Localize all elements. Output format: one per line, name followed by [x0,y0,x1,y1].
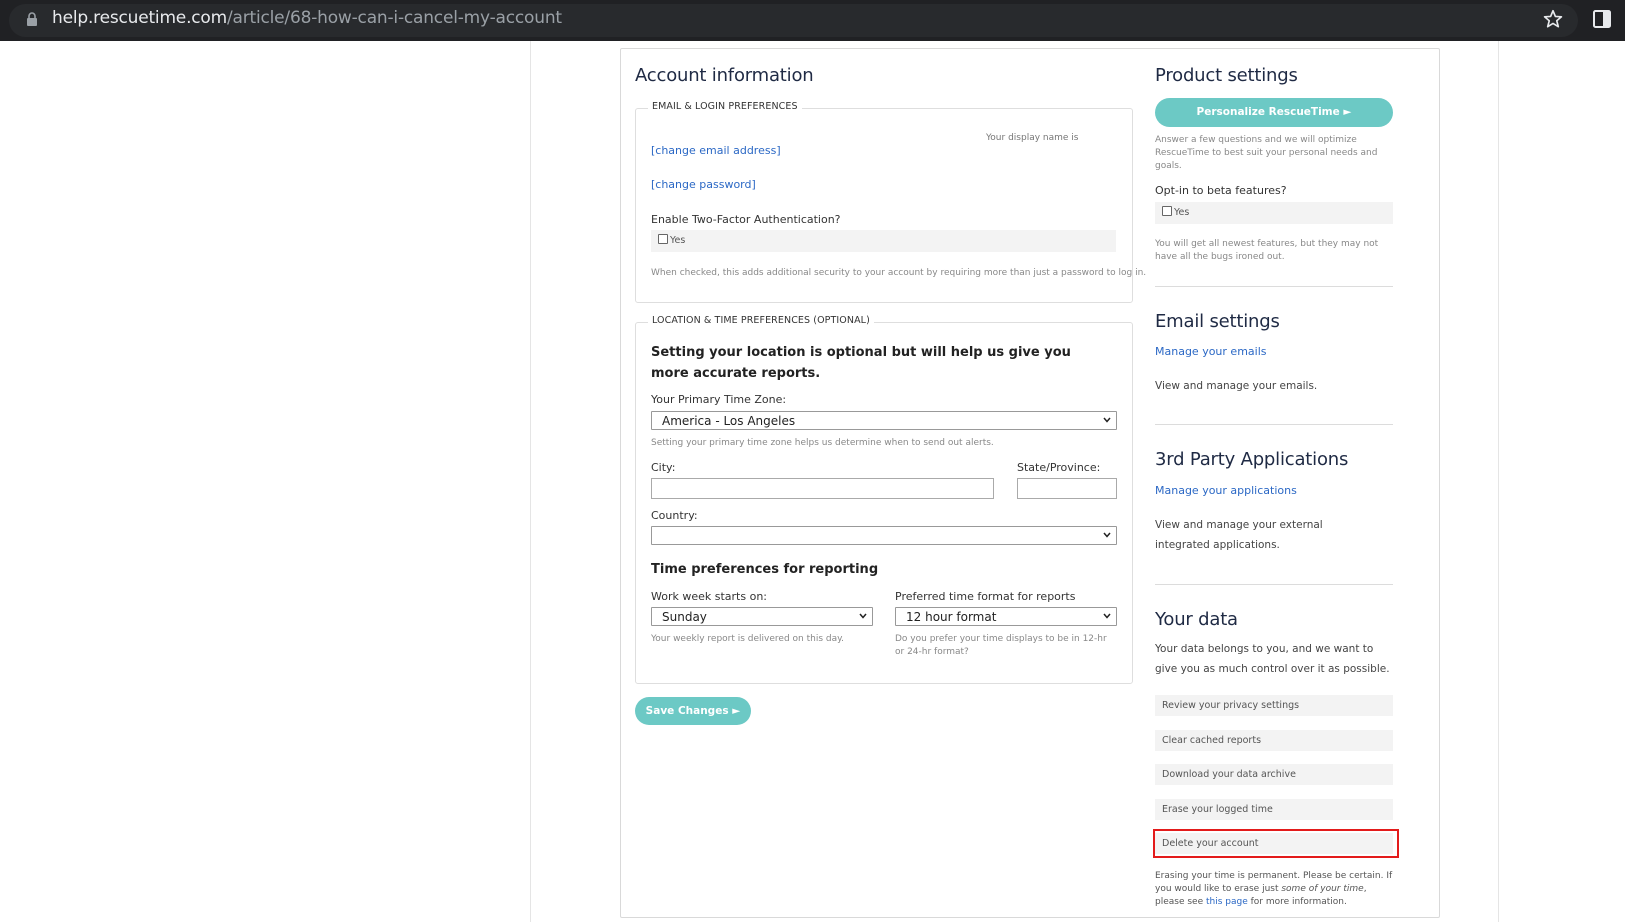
email-settings-title: Email settings [1155,311,1280,332]
time-format-select[interactable]: 12 hour format [895,607,1117,626]
url-path: /article/68-how-can-i-cancel-my-account [226,8,562,28]
side-panel-icon[interactable] [1592,9,1612,29]
country-label: Country: [651,509,698,522]
your-data-title: Your data [1155,609,1238,630]
timezone-help: Setting your primary time zone helps us … [651,438,994,448]
chevron-down-icon [1103,613,1111,619]
personalize-help: Answer a few questions and we will optim… [1155,135,1378,171]
erase-logged-time-button[interactable]: Erase your logged time [1155,799,1393,820]
state-label: State/Province: [1017,461,1101,474]
two-factor-yes-label: Yes [670,235,686,246]
time-format-value: 12 hour format [906,610,997,624]
third-party-description: View and manage your external integrated… [1155,519,1323,551]
manage-emails-link[interactable]: Manage your emails [1155,345,1267,358]
time-format-help: Do you prefer your time displays to be i… [895,634,1107,657]
this-page-link[interactable]: this page [1206,897,1248,907]
divider [1155,286,1393,287]
your-data-description: Your data belongs to you, and we want to… [1155,643,1390,675]
email-settings-description: View and manage your emails. [1155,380,1318,392]
product-settings-title: Product settings [1155,65,1298,86]
lock-icon[interactable] [26,12,38,26]
chevron-down-icon [859,613,867,619]
timezone-select[interactable]: America - Los Angeles [651,411,1117,430]
page-left-border [530,41,531,922]
clear-cached-reports-button[interactable]: Clear cached reports [1155,730,1393,751]
time-prefs-heading: Time preferences for reporting [651,562,879,577]
delete-account-highlight [1153,829,1399,858]
download-data-archive-label: Download your data archive [1162,769,1296,780]
beta-help: You will get all newest features, but th… [1155,239,1379,262]
city-label: City: [651,461,676,474]
clear-cached-reports-label: Clear cached reports [1162,735,1262,746]
account-info-title: Account information [635,65,814,86]
display-name-label: Your display name is [986,133,1079,143]
erase-warning-suffix: for more information. [1247,897,1347,907]
url-domain: help.rescuetime.com [52,8,227,28]
third-party-title: 3rd Party Applications [1155,449,1349,470]
week-start-help: Your weekly report is delivered on this … [651,634,845,644]
save-changes-button[interactable]: Save Changes ► [635,697,751,725]
week-start-value: Sunday [662,610,707,624]
change-password-link[interactable]: [change password] [651,178,756,191]
erase-warning-emphasis: some of your time [1281,884,1364,894]
manage-applications-link[interactable]: Manage your applications [1155,484,1297,497]
two-factor-option: Yes [651,230,1116,252]
beta-label: Opt-in to beta features? [1155,184,1287,197]
two-factor-label: Enable Two-Factor Authentication? [651,213,841,226]
chevron-down-icon [1103,417,1111,423]
timezone-value: America - Los Angeles [662,414,796,428]
two-factor-help: When checked, this adds additional secur… [651,268,1147,278]
review-privacy-settings-button[interactable]: Review your privacy settings [1155,695,1393,716]
erase-warning: Erasing your time is permanent. Please b… [1155,870,1395,909]
beta-checkbox[interactable] [1162,206,1172,216]
country-select[interactable] [651,526,1117,545]
location-time-legend: LOCATION & TIME PREFERENCES (OPTIONAL) [648,315,874,326]
timezone-label: Your Primary Time Zone: [651,393,787,406]
week-start-select[interactable]: Sunday [651,607,873,626]
divider [1155,424,1393,425]
page-right-border [1498,41,1499,922]
beta-option: Yes [1155,202,1393,224]
erase-logged-time-label: Erase your logged time [1162,804,1273,815]
personalize-rescuetime-button[interactable]: Personalize RescueTime ► [1155,98,1393,127]
state-input[interactable] [1017,478,1117,499]
url-text[interactable]: help.rescuetime.com/article/68-how-can-i… [52,8,562,28]
browser-toolbar: help.rescuetime.com/article/68-how-can-i… [0,0,1625,41]
chevron-down-icon [1103,532,1111,538]
location-intro: Setting your location is optional but wi… [651,345,1071,381]
download-data-archive-button[interactable]: Download your data archive [1155,764,1393,785]
city-input[interactable] [651,478,994,499]
email-login-legend: EMAIL & LOGIN PREFERENCES [648,101,802,112]
bookmark-star-icon[interactable] [1542,8,1564,30]
two-factor-checkbox[interactable] [658,234,668,244]
beta-yes-label: Yes [1174,207,1190,218]
week-start-label: Work week starts on: [651,590,768,603]
change-email-link[interactable]: [change email address] [651,144,781,157]
review-privacy-settings-label: Review your privacy settings [1162,700,1300,711]
divider [1155,584,1393,585]
time-format-label: Preferred time format for reports [895,590,1076,603]
